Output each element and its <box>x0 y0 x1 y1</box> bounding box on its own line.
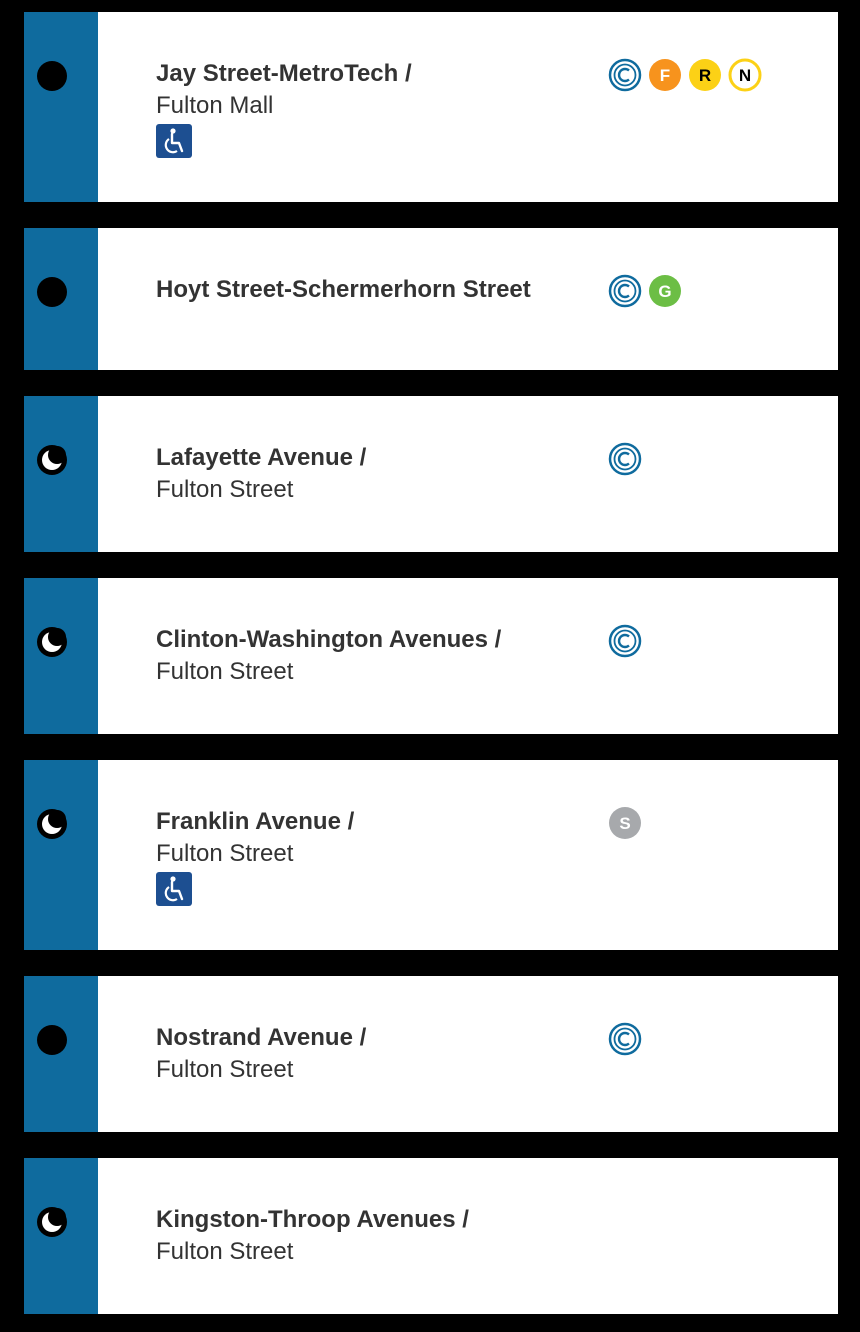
station-name: Kingston-Throop Avenues / <box>156 1206 469 1233</box>
route-r-bullet[interactable]: R <box>688 58 722 92</box>
station-row-lafayette[interactable]: Lafayette Avenue / Fulton Street <box>24 396 838 552</box>
station-row-clinton-washington[interactable]: Clinton-Washington Avenues / Fulton Stre… <box>24 578 838 734</box>
station-street: Fulton Street <box>156 840 294 867</box>
wheelchair-accessible-icon <box>156 872 192 906</box>
route-bullets <box>608 1022 642 1056</box>
svg-text:R: R <box>699 66 711 85</box>
station-name-block: Kingston-Throop Avenues / Fulton Street <box>156 1204 576 1268</box>
station-name-block: Clinton-Washington Avenues / Fulton Stre… <box>156 624 576 688</box>
station-row-nostrand[interactable]: Nostrand Avenue / Fulton Street <box>24 976 838 1132</box>
route-bullets <box>608 624 642 658</box>
svg-text:S: S <box>619 814 630 833</box>
station-row-kingston-throop[interactable]: Kingston-Throop Avenues / Fulton Street <box>24 1158 838 1314</box>
late-night-stop-icon <box>37 445 67 475</box>
route-c-bullet[interactable] <box>608 58 642 92</box>
route-bullets <box>608 442 642 476</box>
station-street: Fulton Mall <box>156 92 274 119</box>
station-street: Fulton Street <box>156 476 294 503</box>
route-line-stripe <box>24 976 98 1132</box>
station-street: Fulton Street <box>156 658 294 685</box>
route-n-bullet[interactable]: N <box>728 58 762 92</box>
full-time-stop-icon <box>37 1025 67 1055</box>
station-name-block: Hoyt Street-Schermerhorn Street <box>156 274 576 306</box>
route-bullets: F R N <box>608 58 762 92</box>
svg-text:G: G <box>658 282 671 301</box>
station-name-block: Franklin Avenue / Fulton Street <box>156 806 576 906</box>
route-c-bullet[interactable] <box>608 624 642 658</box>
route-line-stripe <box>24 760 98 950</box>
station-name-block: Lafayette Avenue / Fulton Street <box>156 442 576 506</box>
station-list: Jay Street-MetroTech / Fulton Mall F R N <box>0 0 860 1332</box>
late-night-stop-icon <box>37 809 67 839</box>
station-row-franklin[interactable]: Franklin Avenue / Fulton Street S <box>24 760 838 950</box>
station-name: Nostrand Avenue / <box>156 1024 367 1051</box>
late-night-stop-icon <box>37 1207 67 1237</box>
route-bullets: G <box>608 274 682 308</box>
station-name: Lafayette Avenue / <box>156 444 367 471</box>
route-line-stripe <box>24 228 98 370</box>
station-name: Jay Street-MetroTech / <box>156 60 412 87</box>
station-street: Fulton Street <box>156 1056 294 1083</box>
svg-text:N: N <box>739 66 751 85</box>
full-time-stop-icon <box>37 61 67 91</box>
station-street: Fulton Street <box>156 1238 294 1265</box>
route-f-bullet[interactable]: F <box>648 58 682 92</box>
route-line-stripe <box>24 578 98 734</box>
station-name: Clinton-Washington Avenues / <box>156 626 502 653</box>
route-line-stripe <box>24 1158 98 1314</box>
route-bullets: S <box>608 806 642 840</box>
route-line-stripe <box>24 12 98 202</box>
route-c-bullet[interactable] <box>608 274 642 308</box>
route-s-shuttle-bullet[interactable]: S <box>608 806 642 840</box>
station-name: Franklin Avenue / <box>156 808 355 835</box>
station-row-hoyt-schermerhorn[interactable]: Hoyt Street-Schermerhorn Street G <box>24 228 838 370</box>
svg-text:F: F <box>660 66 670 85</box>
route-g-bullet[interactable]: G <box>648 274 682 308</box>
station-name-block: Nostrand Avenue / Fulton Street <box>156 1022 576 1086</box>
station-name-block: Jay Street-MetroTech / Fulton Mall <box>156 58 576 158</box>
route-c-bullet[interactable] <box>608 442 642 476</box>
station-name: Hoyt Street-Schermerhorn Street <box>156 276 531 303</box>
late-night-stop-icon <box>37 627 67 657</box>
station-row-jay-street[interactable]: Jay Street-MetroTech / Fulton Mall F R N <box>24 12 838 202</box>
wheelchair-accessible-icon <box>156 124 192 158</box>
full-time-stop-icon <box>37 277 67 307</box>
route-c-bullet[interactable] <box>608 1022 642 1056</box>
route-line-stripe <box>24 396 98 552</box>
